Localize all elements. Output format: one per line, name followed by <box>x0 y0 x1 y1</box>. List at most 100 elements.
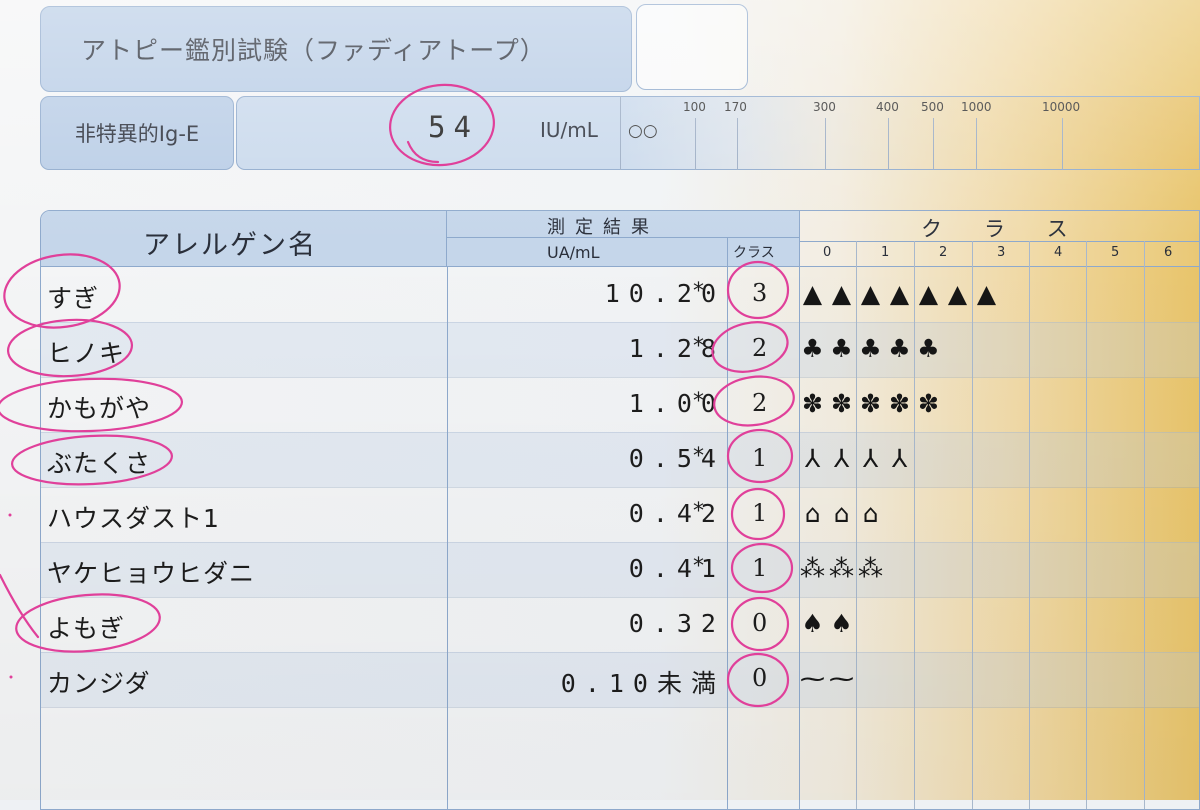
report-title: アトピー鑑別試験（ファディアトープ） <box>40 6 632 92</box>
class-value: 2 <box>752 389 768 417</box>
grass-icon: ✽ <box>831 389 852 418</box>
class-icon-strip: ⁓ ⁓ <box>799 664 855 696</box>
allergen-name: ぶたくさ <box>47 449 152 478</box>
positive-mark: * <box>693 554 704 579</box>
table-row: ヤケヒョウヒダニ 0.41 * 1 ⁂ ⁂ ⁂ <box>41 542 1199 597</box>
cypress-tree-icon: ♣ <box>888 334 911 363</box>
grass-icon: ✽ <box>918 389 939 418</box>
class-grid-line <box>856 241 857 809</box>
table-row: ハウスダスト1 0.42 * 1 ⌂ ⌂ ⌂ <box>41 487 1199 542</box>
result-value: 0.10未満 <box>560 669 725 698</box>
grass-icon: ✽ <box>860 389 881 418</box>
allergen-name: ヒノキ <box>47 339 126 368</box>
result-value: 1.28 <box>628 334 725 363</box>
ige-tick <box>737 118 738 170</box>
result-value: 0.54 <box>628 444 725 473</box>
candida-icon: ⁓ <box>800 664 825 693</box>
class-icon-strip: ⌂ ⌂ ⌂ <box>799 499 884 531</box>
ige-marks: ○○ <box>628 121 658 141</box>
ige-tick-label: 500 <box>921 100 944 114</box>
result-column-header: 測定結果 <box>547 217 659 238</box>
class-icon-strip: ✽ ✽ ✽ ✽ ✽ <box>799 389 942 421</box>
positive-mark: * <box>693 334 704 359</box>
class-value: 0 <box>752 664 768 692</box>
result-value: 0.41 <box>628 554 725 583</box>
ige-unit: IU/mL <box>540 118 598 142</box>
positive-mark: * <box>693 279 704 304</box>
cypress-tree-icon: ♣ <box>859 334 882 363</box>
cypress-tree-icon: ♣ <box>830 334 853 363</box>
ige-label: 非特異的Ig-E <box>40 96 234 170</box>
ige-tick <box>695 118 696 170</box>
class-value: 1 <box>752 499 768 527</box>
class-number: 4 <box>1054 245 1063 260</box>
table-row: カンジダ 0.10未満 0 ⁓ ⁓ <box>41 652 1199 707</box>
cypress-tree-icon: ♣ <box>917 334 940 363</box>
result-value: 1.00 <box>628 389 725 418</box>
mite-icon: ⁂ <box>800 554 825 583</box>
class-number: 2 <box>939 245 948 260</box>
class-column-header: クラス <box>733 245 775 261</box>
grass-icon: ✽ <box>802 389 823 418</box>
row-divider <box>41 707 1199 708</box>
ige-tick-label: 1000 <box>961 100 992 114</box>
cedar-tree-icon: ▲ <box>947 279 968 308</box>
cedar-tree-icon: ▲ <box>976 279 997 308</box>
class-grid-line <box>972 241 973 809</box>
ige-tick-label: 100 <box>683 100 706 114</box>
class-value: 3 <box>752 279 768 307</box>
result-value: 0.32 <box>628 609 725 638</box>
allergen-name: ヤケヒョウヒダニ <box>47 559 256 588</box>
allergen-column-header: アレルゲン名 <box>143 230 317 261</box>
table-row: ヒノキ 1.28 * 2 ♣ ♣ ♣ ♣ ♣ <box>41 322 1199 377</box>
ragweed-icon: ⅄ <box>891 444 908 473</box>
class-icon-strip: ▲ ▲ ▲ ▲ ▲ ▲ ▲ <box>799 279 1000 311</box>
ragweed-icon: ⅄ <box>833 444 850 473</box>
allergen-name: かもがや <box>47 394 152 423</box>
table-row: すぎ 10.20 * 3 ▲ ▲ ▲ ▲ ▲ ▲ ▲ <box>41 267 1199 322</box>
report-title-text: アトピー鑑別試験（ファディアトープ） <box>81 36 546 65</box>
house-icon: ⌂ <box>833 499 850 528</box>
cedar-tree-icon: ▲ <box>918 279 939 308</box>
table-row: かもがや 1.00 * 2 ✽ ✽ ✽ ✽ ✽ <box>41 377 1199 432</box>
positive-mark: * <box>693 499 704 524</box>
result-header-divider <box>447 237 799 238</box>
cedar-tree-icon: ▲ <box>802 279 823 308</box>
ige-tick <box>825 118 826 170</box>
cedar-tree-icon: ▲ <box>831 279 852 308</box>
class-number: 6 <box>1164 245 1173 260</box>
class-value: 0 <box>752 609 768 637</box>
ragweed-icon: ⅄ <box>862 444 879 473</box>
class-number: 1 <box>881 245 890 260</box>
class-scale-header: クラス <box>921 217 1110 241</box>
grass-icon: ✽ <box>889 389 910 418</box>
house-icon: ⌂ <box>804 499 821 528</box>
class-column-divider <box>727 237 728 267</box>
class-number: 0 <box>823 245 832 260</box>
mugwort-icon: ♠ <box>801 609 824 638</box>
positive-mark: * <box>693 444 704 469</box>
class-number: 3 <box>997 245 1006 260</box>
class-grid-line <box>1144 241 1145 809</box>
mugwort-icon: ♠ <box>830 609 853 638</box>
column-divider <box>799 267 800 809</box>
allergen-name: カンジダ <box>47 669 151 698</box>
candida-icon: ⁓ <box>829 664 854 693</box>
unit-column-header: UA/mL <box>547 243 600 262</box>
class-grid-line <box>1086 241 1087 809</box>
table-row: よもぎ 0.32 0 ♠ ♠ <box>41 597 1199 652</box>
ige-tick-label: 400 <box>876 100 899 114</box>
ige-label-text: 非特異的Ig-E <box>74 122 200 146</box>
allergen-name: よもぎ <box>47 614 126 643</box>
class-grid-line <box>914 241 915 809</box>
ige-tick-label: 300 <box>813 100 836 114</box>
house-icon: ⌂ <box>862 499 879 528</box>
cedar-tree-icon: ▲ <box>889 279 910 308</box>
class-value: 1 <box>752 444 768 472</box>
class-icon-strip: ♠ ♠ <box>799 609 855 641</box>
ige-value: 54 <box>428 110 479 144</box>
ige-tick-label: 170 <box>724 100 747 114</box>
ige-tick <box>933 118 934 170</box>
class-icon-strip: ♣ ♣ ♣ ♣ ♣ <box>799 334 942 366</box>
cedar-tree-icon: ▲ <box>860 279 881 308</box>
